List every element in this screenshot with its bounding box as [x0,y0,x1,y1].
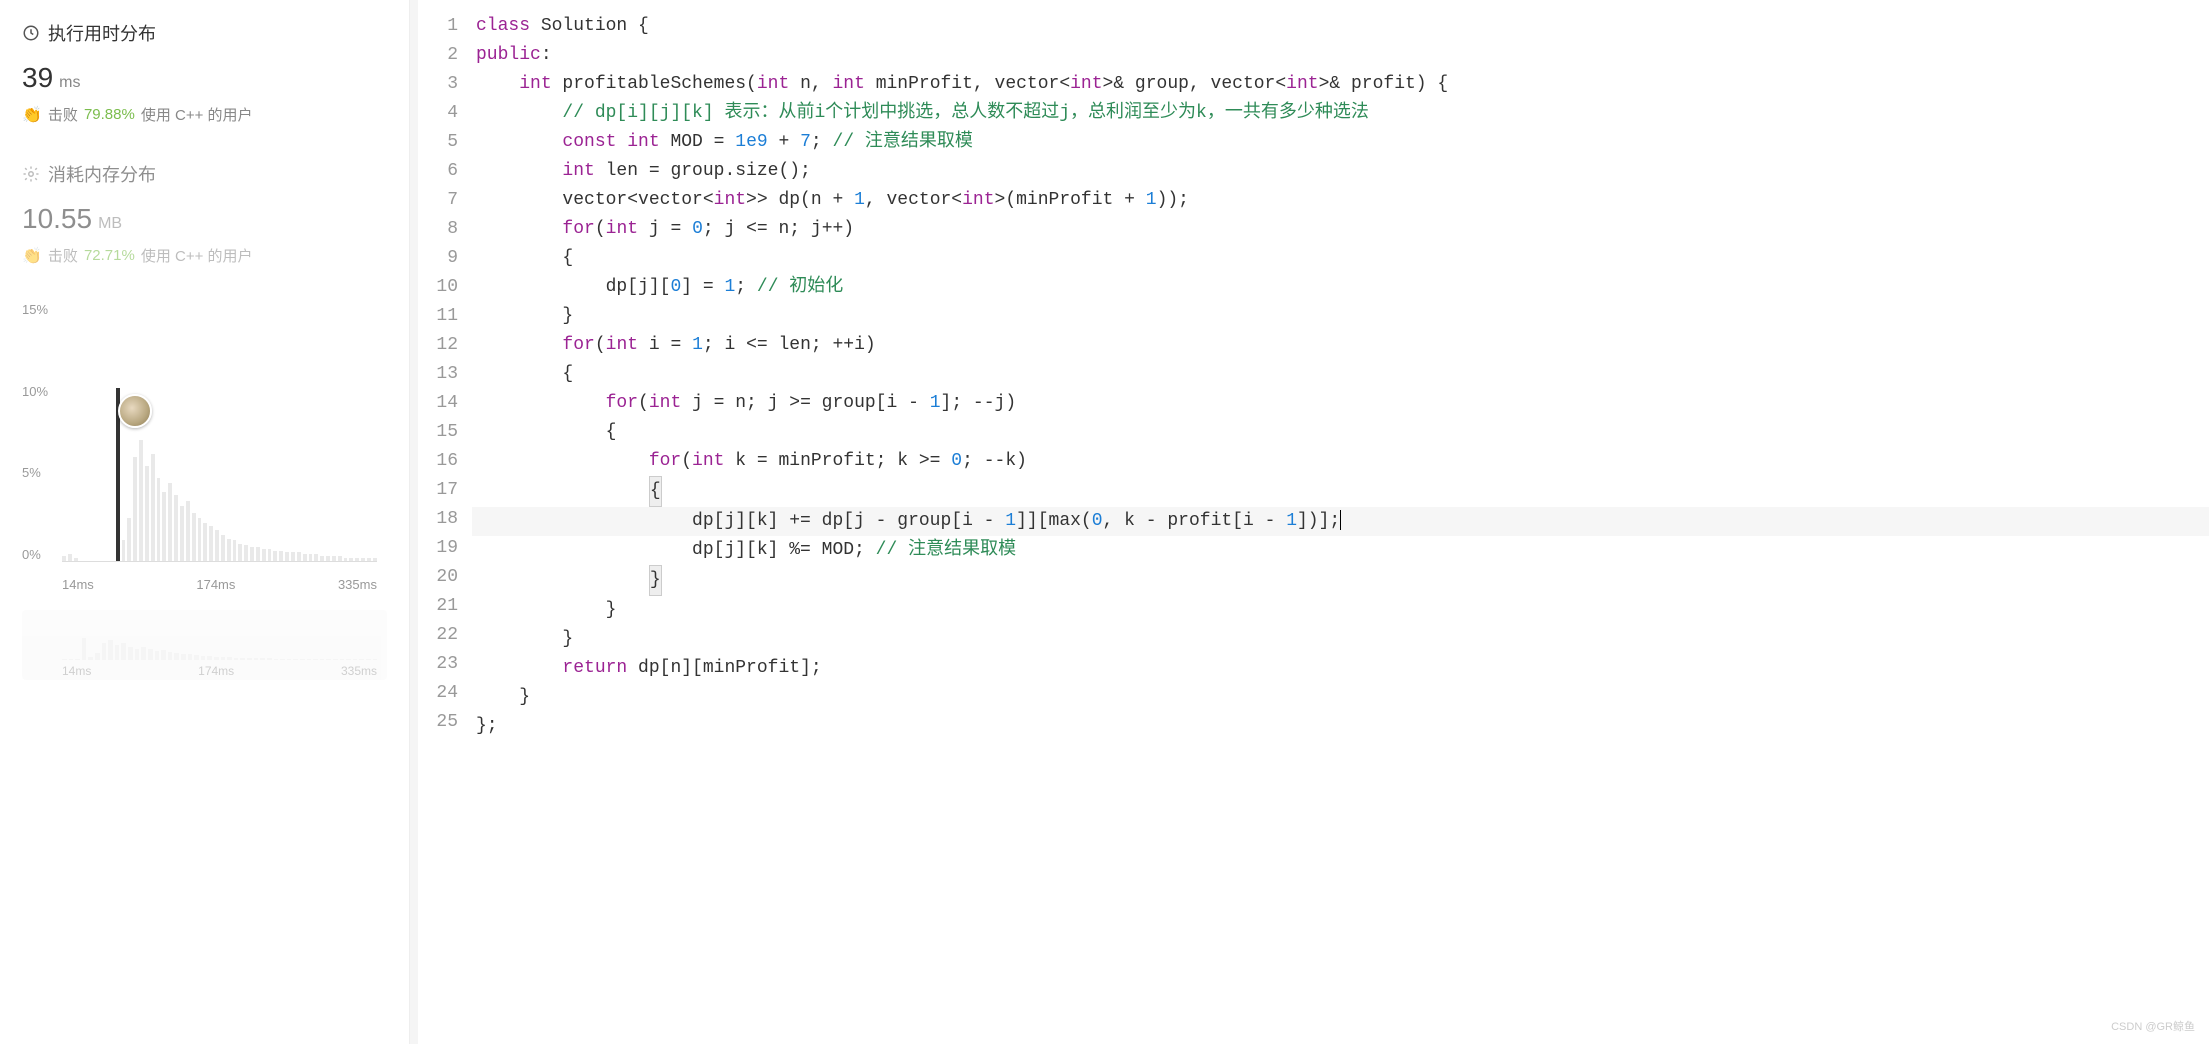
memory-value-row: 10.55 MB [22,203,387,235]
x-tick: 174ms [198,664,234,678]
line-gutter: 1234567891011121314151617181920212223242… [418,0,472,1044]
clap-icon: 👏 [22,246,42,266]
runtime-header: 执行用时分布 [22,20,387,46]
runtime-title: 执行用时分布 [48,20,156,46]
watermark: CSDN @GR鲸鱼 [2111,1018,2195,1034]
chart-x-axis: 14ms 174ms 335ms [62,577,377,592]
x-tick: 335ms [338,577,377,592]
gear-icon [22,165,40,183]
memory-beat-suffix: 使用 C++ 的用户 [141,245,253,266]
memory-unit: MB [98,215,122,233]
memory-beat-label: 击败 [48,245,78,266]
memory-value: 10.55 [22,203,92,235]
memory-header: 消耗内存分布 [22,161,387,187]
x-tick: 14ms [62,664,91,678]
clock-icon [22,24,40,42]
clap-icon: 👏 [22,105,42,125]
x-tick: 335ms [341,664,377,678]
runtime-unit: ms [59,74,80,92]
runtime-value: 39 [22,62,53,94]
x-tick: 174ms [196,577,235,592]
chart-bars [62,302,377,561]
runtime-beat-label: 击败 [48,104,78,125]
avatar[interactable] [118,394,152,428]
code-editor[interactable]: 1234567891011121314151617181920212223242… [418,0,2209,1044]
x-tick: 14ms [62,577,94,592]
runtime-value-row: 39 ms [22,62,387,94]
y-tick: 0% [22,547,58,562]
chart-body [62,302,377,562]
memory-beat-line: 👏 击败 72.71% 使用 C++ 的用户 [22,245,387,266]
code-body[interactable]: class Solution {public: int profitableSc… [472,0,2209,1044]
chart-mini-bars [62,618,377,660]
runtime-chart[interactable]: 15% 10% 5% 0% 14ms 174ms 335ms [22,302,387,592]
runtime-beat-suffix: 使用 C++ 的用户 [141,104,253,125]
chart-y-axis: 15% 10% 5% 0% [22,302,58,562]
memory-title: 消耗内存分布 [48,161,156,187]
y-tick: 15% [22,302,58,317]
y-tick: 5% [22,465,58,480]
chart-mini-x-axis: 14ms 174ms 335ms [62,664,377,678]
y-tick: 10% [22,384,58,399]
runtime-beat-line: 👏 击败 79.88% 使用 C++ 的用户 [22,104,387,125]
stats-sidebar: 执行用时分布 39 ms 👏 击败 79.88% 使用 C++ 的用户 消耗内存… [0,0,410,1044]
panel-divider[interactable] [410,0,418,1044]
memory-beat-pct: 72.71% [84,247,135,264]
runtime-chart-mini[interactable]: 14ms 174ms 335ms [22,610,387,680]
runtime-beat-pct: 79.88% [84,106,135,123]
